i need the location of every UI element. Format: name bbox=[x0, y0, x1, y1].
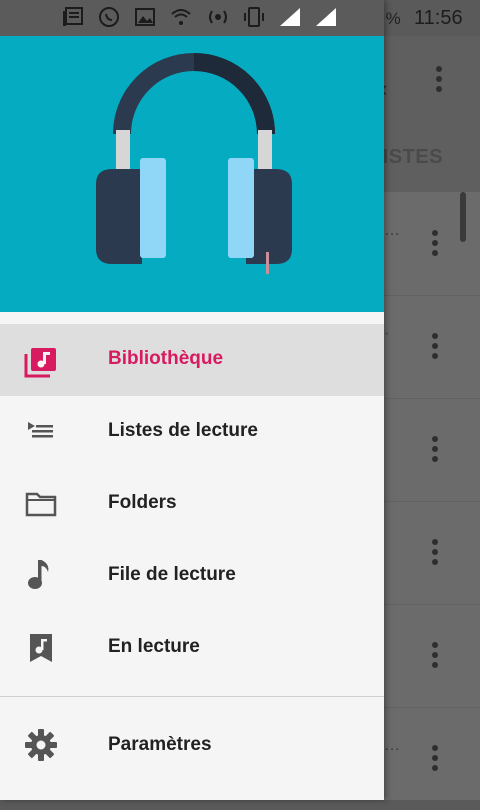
clock: 11:56 bbox=[414, 7, 463, 29]
gear-icon bbox=[24, 729, 58, 761]
signal-h-icon bbox=[278, 6, 302, 30]
item-more-icon[interactable] bbox=[432, 745, 438, 775]
item-more-icon[interactable] bbox=[432, 230, 438, 260]
nav-item-label: Paramètres bbox=[108, 734, 212, 755]
headphones-icon bbox=[96, 53, 292, 274]
vibrate-icon bbox=[242, 6, 266, 30]
ellipsis: … bbox=[384, 222, 400, 239]
drawer-header bbox=[0, 36, 384, 312]
nav-item-playlists[interactable]: Listes de lecture bbox=[0, 396, 384, 468]
library-music-icon bbox=[24, 346, 58, 378]
nav-item-folders[interactable]: Folders bbox=[0, 468, 384, 540]
item-more-icon[interactable] bbox=[432, 642, 438, 672]
image-icon bbox=[134, 6, 158, 30]
now-playing-icon bbox=[24, 634, 58, 662]
whatsapp-icon bbox=[98, 6, 122, 30]
item-more-icon[interactable] bbox=[432, 539, 438, 569]
folder-icon bbox=[24, 490, 58, 518]
list-item[interactable] bbox=[384, 501, 480, 605]
nav-item-settings[interactable]: Paramètres bbox=[0, 710, 384, 782]
list-item[interactable] bbox=[384, 398, 480, 502]
playlist-icon bbox=[24, 418, 58, 446]
item-more-icon[interactable] bbox=[432, 333, 438, 363]
nav-item-queue[interactable]: File de lecture bbox=[0, 540, 384, 612]
signal-icon bbox=[314, 6, 338, 30]
hotspot-icon bbox=[206, 6, 230, 30]
more-options-icon[interactable] bbox=[436, 66, 442, 96]
nav-item-label: File de lecture bbox=[108, 564, 236, 585]
drawer-menu: Bibliothèque Listes de lecture Folders F… bbox=[0, 324, 384, 684]
drawer-status-scrim bbox=[0, 0, 384, 36]
music-note-icon bbox=[24, 560, 58, 590]
nav-item-label: Listes de lecture bbox=[108, 420, 258, 441]
divider bbox=[0, 696, 384, 697]
nav-item-label: Folders bbox=[108, 492, 177, 513]
nav-item-library[interactable]: Bibliothèque bbox=[0, 324, 384, 396]
news-icon bbox=[62, 6, 86, 30]
list-item[interactable]: · bbox=[384, 295, 480, 399]
list-item[interactable]: … bbox=[384, 707, 480, 810]
item-more-icon[interactable] bbox=[432, 436, 438, 466]
nav-item-label: Bibliothèque bbox=[108, 348, 224, 369]
nav-item-now-playing[interactable]: En lecture bbox=[0, 612, 384, 684]
ellipsis: … bbox=[384, 737, 400, 754]
navigation-drawer: Bibliothèque Listes de lecture Folders F… bbox=[0, 0, 384, 800]
list-item[interactable] bbox=[384, 604, 480, 708]
wifi-icon bbox=[170, 6, 194, 30]
list-item[interactable]: … bbox=[384, 192, 480, 296]
ellipsis: · bbox=[384, 325, 390, 342]
nav-item-label: En lecture bbox=[108, 636, 200, 657]
